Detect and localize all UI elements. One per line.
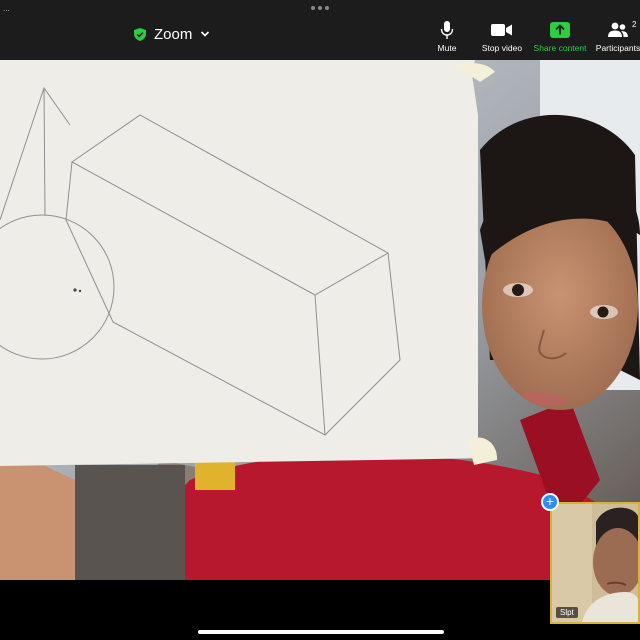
stop-video-label: Stop video [481, 43, 523, 53]
mute-label: Mute [437, 43, 457, 53]
more-dots-icon[interactable] [311, 6, 329, 10]
add-plus-icon[interactable]: + [541, 493, 559, 511]
participants-icon [608, 22, 628, 37]
top-bar: ... Zoom Mute Stop video Share content P… [0, 0, 640, 60]
home-indicator[interactable] [198, 630, 444, 634]
participants-count-badge: 2 [632, 20, 637, 29]
self-view-thumbnail[interactable]: Slpt [550, 502, 640, 624]
self-view-video [552, 504, 638, 622]
participants-label: Participants [595, 43, 640, 53]
video-camera-icon [491, 24, 512, 36]
microphone-icon [440, 21, 454, 39]
share-content-label: Share content [533, 43, 587, 53]
status-text: ... [3, 4, 10, 13]
shield-check-icon [134, 27, 146, 41]
self-view-label: Slpt [556, 607, 578, 618]
chevron-down-icon [201, 31, 210, 37]
meeting-title: Zoom [154, 25, 193, 43]
share-upload-icon [550, 22, 570, 38]
meeting-title-button[interactable]: Zoom [134, 24, 210, 44]
